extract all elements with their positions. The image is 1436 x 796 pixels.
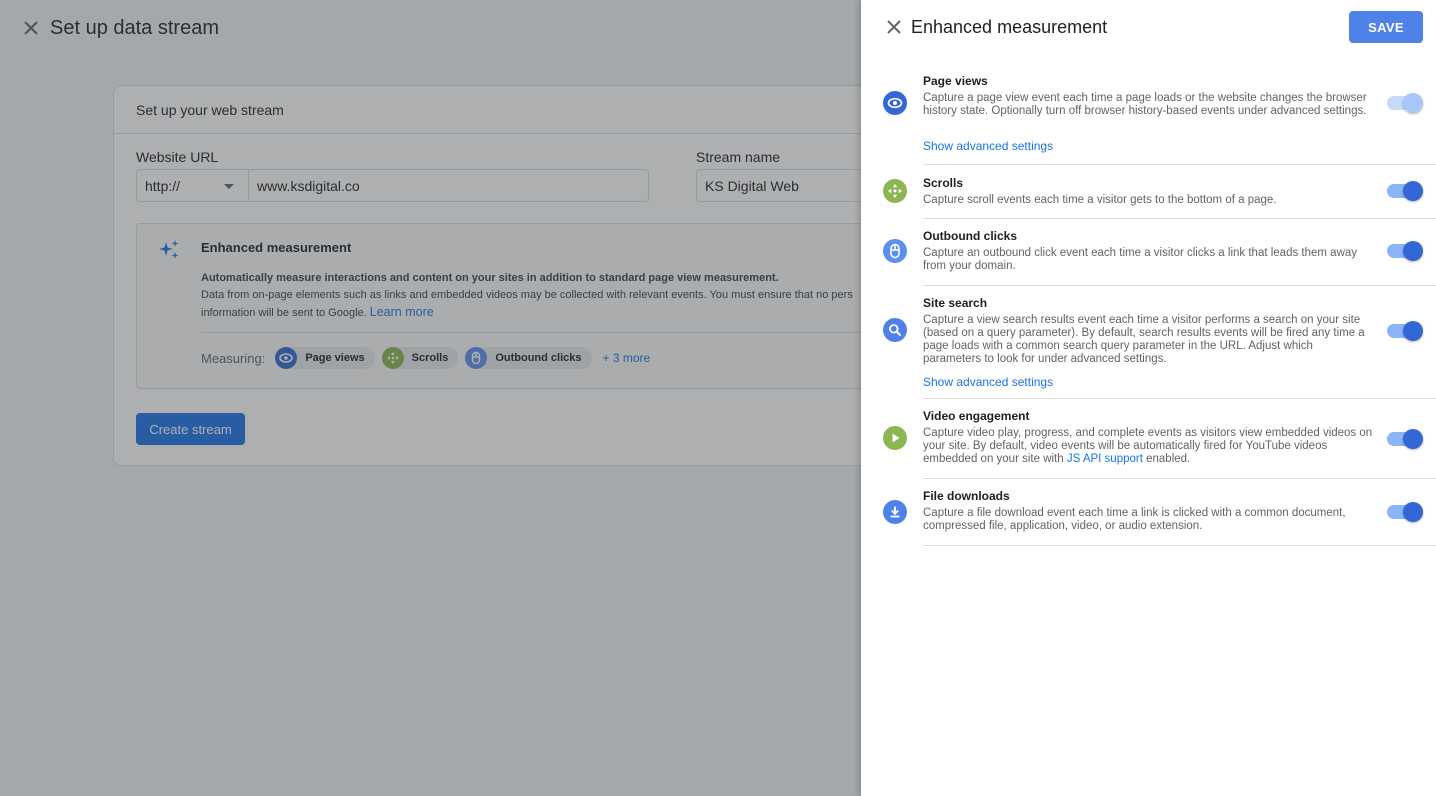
setting-description: Capture a page view event each time a pa… (923, 92, 1367, 117)
setting-title: Site search (923, 296, 988, 310)
setting-description: Capture video play, progress, and comple… (923, 427, 1373, 466)
toggle-knob (1403, 429, 1423, 449)
save-button[interactable]: SAVE (1349, 11, 1423, 43)
video-engagement-toggle[interactable] (1387, 429, 1423, 449)
setting-description: Capture an outbound click event each tim… (923, 247, 1358, 272)
enhanced-measurement-panel: Enhanced measurement SAVE Page views Cap… (861, 0, 1436, 796)
setting-description: Capture scroll events each time a visito… (923, 194, 1277, 206)
panel-title: Enhanced measurement (911, 17, 1108, 37)
outbound-clicks-toggle[interactable] (1387, 241, 1423, 261)
close-icon[interactable] (883, 16, 905, 38)
setting-site-search: Site search Capture a view search result… (861, 286, 1436, 399)
setting-scrolls: Scrolls Capture scroll events each time … (861, 165, 1436, 219)
site-search-toggle[interactable] (1387, 321, 1423, 341)
setting-video-engagement: Video engagement Capture video play, pro… (861, 399, 1436, 479)
setting-title: Scrolls (923, 176, 964, 190)
download-icon (883, 500, 907, 524)
setting-description-text-end: enabled. (1146, 453, 1191, 465)
toggle-knob (1403, 93, 1423, 113)
setting-file-downloads: File downloads Capture a file download e… (861, 479, 1436, 546)
setting-title: Outbound clicks (923, 229, 1018, 243)
file-downloads-toggle[interactable] (1387, 502, 1423, 522)
setting-title: Page views (923, 74, 988, 88)
toggle-knob (1403, 321, 1423, 341)
toggle-knob (1403, 502, 1423, 522)
scroll-icon (883, 179, 907, 203)
scrolls-toggle[interactable] (1387, 181, 1423, 201)
divider (923, 545, 1436, 546)
setting-description: Capture a file download event each time … (923, 507, 1346, 532)
panel-header: Enhanced measurement SAVE (861, 0, 1436, 56)
setting-title: File downloads (923, 489, 1010, 503)
toggle-knob (1403, 181, 1423, 201)
page-views-toggle[interactable] (1387, 93, 1423, 113)
search-icon (883, 318, 907, 342)
setting-outbound-clicks: Outbound clicks Capture an outbound clic… (861, 219, 1436, 286)
show-advanced-settings-link[interactable]: Show advanced settings (923, 139, 1053, 153)
show-advanced-settings-link[interactable]: Show advanced settings (923, 375, 1053, 389)
toggle-knob (1403, 241, 1423, 261)
mouse-icon (883, 239, 907, 263)
setting-page-views: Page views Capture a page view event eac… (861, 64, 1436, 165)
play-icon (883, 426, 907, 450)
eye-icon (883, 91, 907, 115)
js-api-support-link[interactable]: JS API support (1067, 453, 1143, 465)
setting-description: Capture a view search results event each… (923, 314, 1365, 365)
setting-title: Video engagement (923, 409, 1030, 423)
